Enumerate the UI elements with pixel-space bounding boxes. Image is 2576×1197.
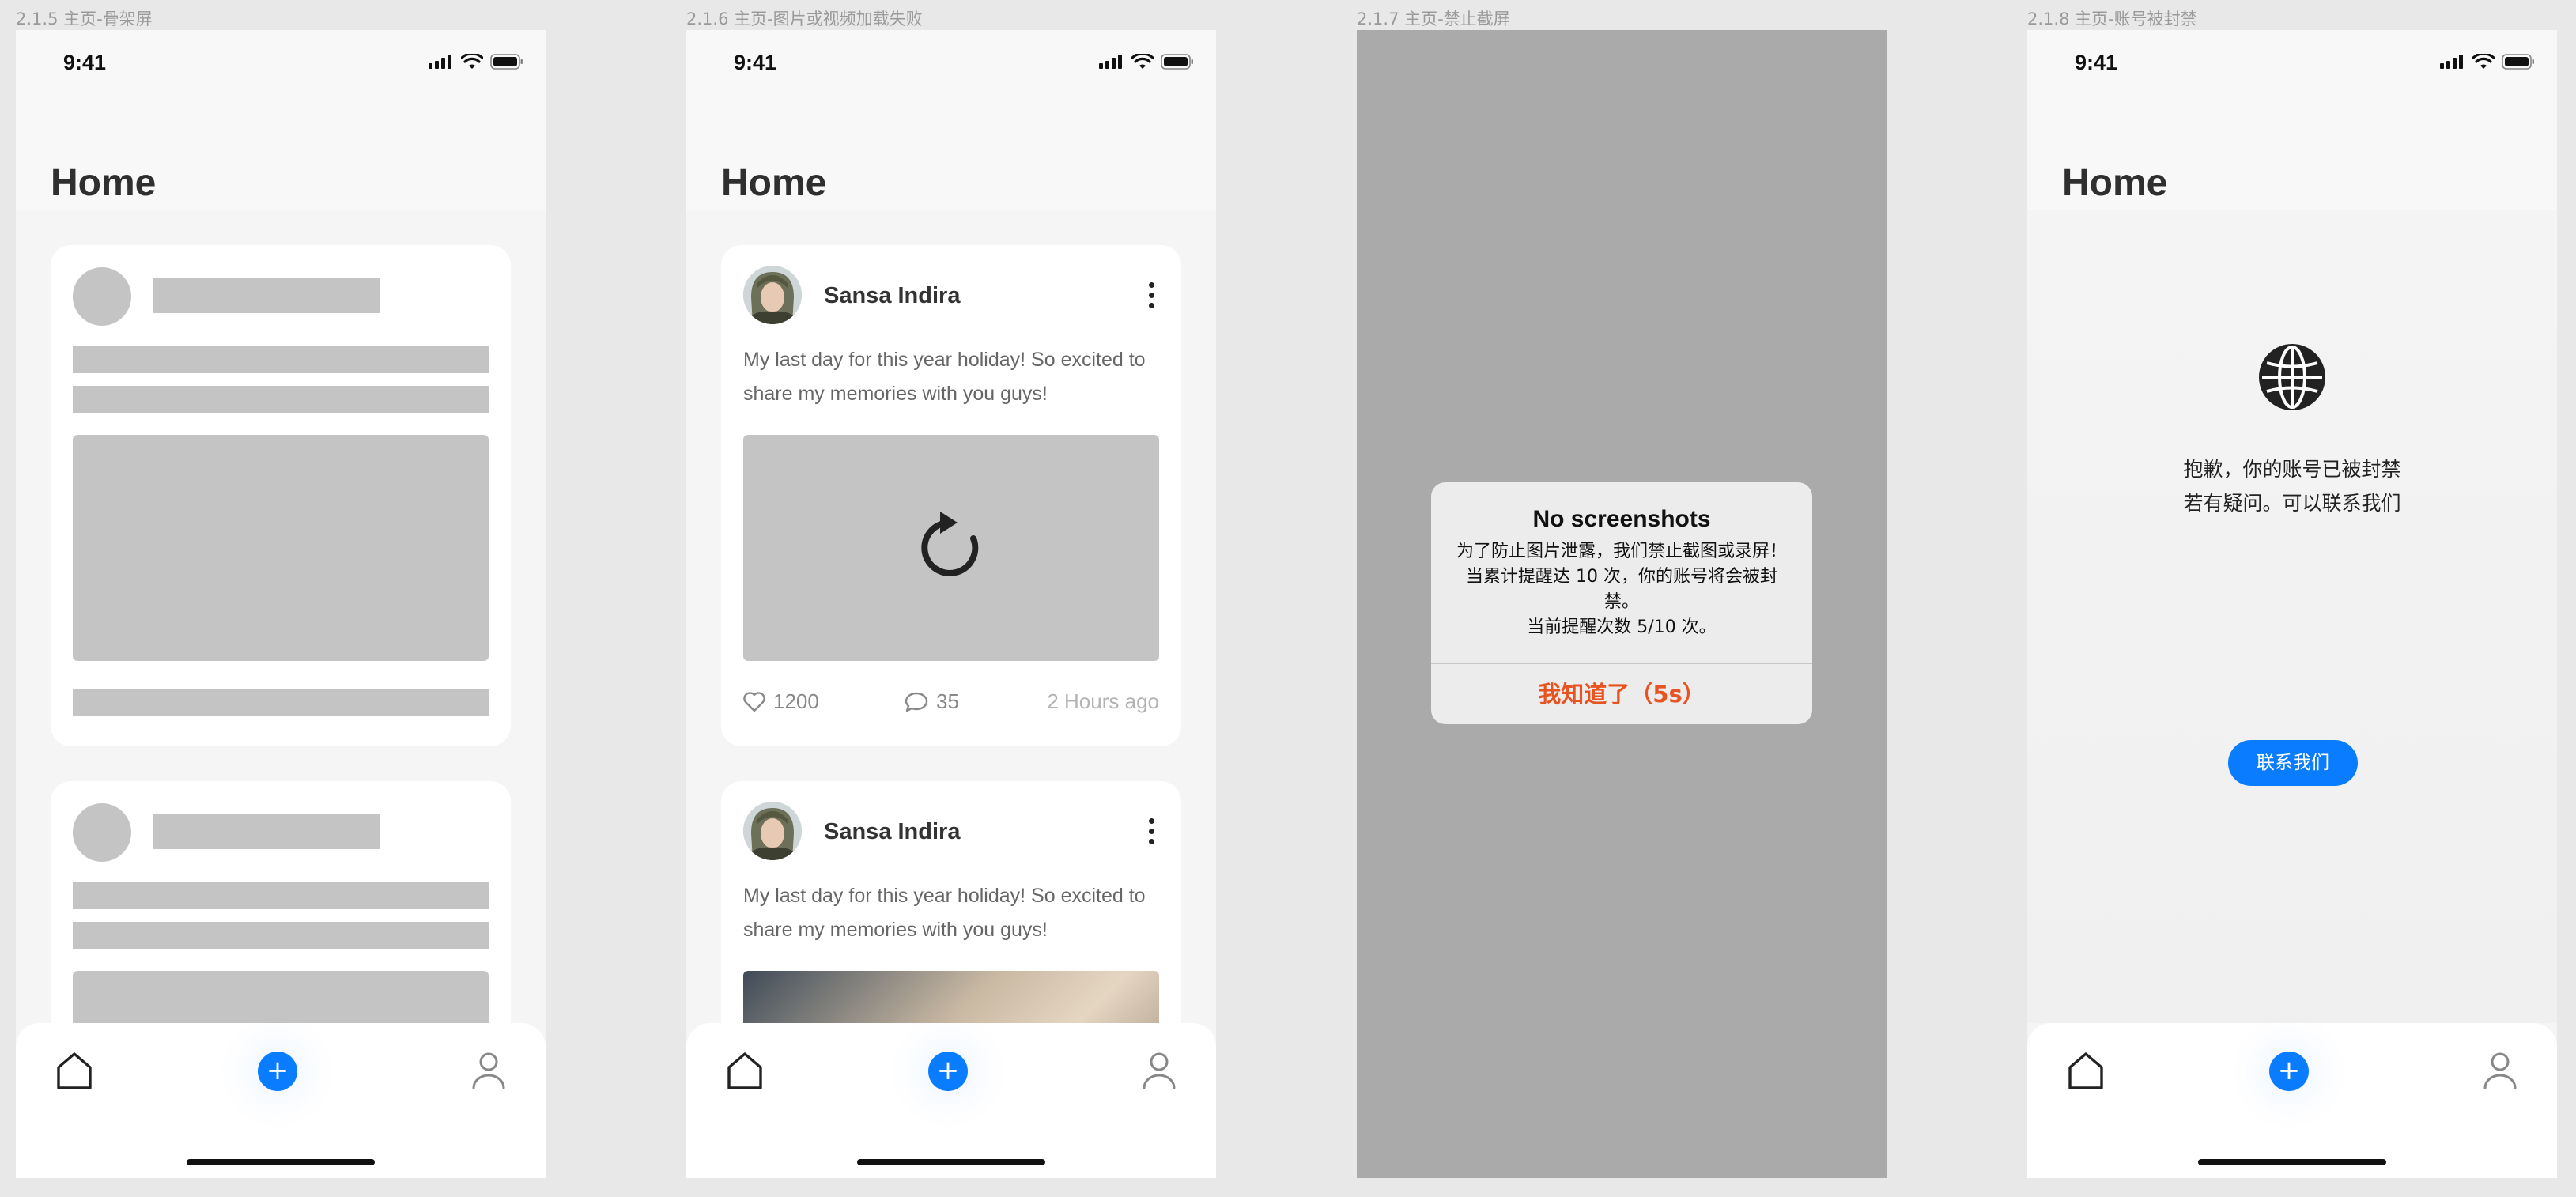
skeleton-text-bar <box>73 386 489 413</box>
post-text: My last day for this year holiday! So ex… <box>743 349 1146 405</box>
avatar[interactable] <box>743 266 802 324</box>
more-options-icon[interactable] <box>1140 275 1162 315</box>
tab-bar: + <box>686 1023 1216 1178</box>
skeleton-image <box>73 435 489 661</box>
page-header: Home <box>686 100 1216 210</box>
post-timestamp: 2 Hours ago <box>1047 689 1159 713</box>
skeleton-text-bar <box>73 882 489 909</box>
phone-frame-account-banned: 9:41 Home 抱歉，你的账号已被封禁 若有疑问。可以联系我们 联系我们 + <box>2027 30 2557 1178</box>
tab-bar: + <box>2027 1023 2557 1178</box>
page-title: Home <box>51 162 157 204</box>
phone-frame-skeleton: 9:41 Home + <box>16 30 546 1178</box>
banned-content <box>2027 210 2557 1023</box>
tab-bar: + <box>16 1023 546 1178</box>
skeleton-avatar <box>73 803 131 862</box>
status-time: 9:41 <box>734 51 777 74</box>
wifi-icon <box>2472 54 2495 69</box>
phone-frame-no-screenshots: No screenshots 为了防止图片泄露，我们禁止截图或录屏！当累计提醒达… <box>1357 30 1887 1178</box>
post-stats: 1200 35 2 Hours ago <box>743 689 1159 716</box>
skeleton-text-bar <box>73 346 489 373</box>
status-icons <box>429 54 523 70</box>
wifi-icon <box>461 54 483 69</box>
status-bar: 9:41 <box>16 30 546 100</box>
alert-body: 为了防止图片泄露，我们禁止截图或录屏！当累计提醒达 10 次，你的账号将会被封禁… <box>1455 539 1788 640</box>
status-time: 9:41 <box>63 51 107 74</box>
heart-icon <box>743 691 765 712</box>
post-media-failed[interactable] <box>743 435 1159 661</box>
contact-us-button[interactable]: 联系我们 <box>2228 740 2358 786</box>
phone-frame-media-failed: 9:41 Home Sansa Indira My last day for t… <box>686 30 1216 1178</box>
globe-icon <box>2259 344 2325 410</box>
frame-label: 2.1.8 主页-账号被封禁 <box>2027 9 2197 28</box>
comment-button[interactable]: 35 <box>905 689 959 714</box>
skeleton-footer-bar <box>73 689 489 716</box>
status-bar: 9:41 <box>2027 30 2557 100</box>
avatar-image <box>743 802 802 860</box>
battery-icon <box>1161 54 1193 70</box>
page-header: Home <box>2027 100 2557 210</box>
skeleton-text-bar <box>73 922 489 949</box>
page-title: Home <box>2062 162 2168 204</box>
alert-message: 为了防止图片泄露，我们禁止截图或录屏！当累计提醒达 10 次，你的账号将会被封禁… <box>1456 542 1787 612</box>
frame-label: 2.1.7 主页-禁止截屏 <box>1357 9 1510 28</box>
skeleton-avatar <box>73 267 131 326</box>
skeleton-title-bar <box>153 814 380 849</box>
post-author[interactable]: Sansa Indira <box>824 819 960 845</box>
add-post-button[interactable]: + <box>928 1052 968 1091</box>
comment-count: 35 <box>936 689 959 713</box>
like-count: 1200 <box>773 689 819 713</box>
post-card: Sansa Indira My last day for this year h… <box>721 245 1181 746</box>
status-time: 9:41 <box>2075 51 2118 74</box>
avatar-image <box>743 266 802 324</box>
user-icon[interactable] <box>1142 1052 1177 1089</box>
alert-title: No screenshots <box>1532 506 1711 532</box>
page-header: Home <box>16 100 546 210</box>
home-indicator <box>2198 1159 2386 1165</box>
like-button[interactable]: 1200 <box>743 689 819 714</box>
user-icon[interactable] <box>471 1052 506 1089</box>
home-icon[interactable] <box>726 1052 764 1091</box>
frame-label: 2.1.6 主页-图片或视频加载失败 <box>686 9 923 28</box>
skeleton-title-bar <box>153 278 380 313</box>
home-icon[interactable] <box>2067 1052 2105 1091</box>
user-icon[interactable] <box>2483 1052 2517 1089</box>
frame-label: 2.1.5 主页-骨架屏 <box>16 9 153 28</box>
skeleton-card <box>51 245 511 746</box>
more-options-icon[interactable] <box>1140 811 1162 851</box>
post-text: My last day for this year holiday! So ex… <box>743 885 1146 941</box>
home-indicator <box>857 1159 1045 1165</box>
cellular-signal-icon <box>429 55 451 69</box>
avatar[interactable] <box>743 802 802 860</box>
page-title: Home <box>721 162 827 204</box>
cellular-signal-icon <box>2440 55 2463 69</box>
status-bar: 9:41 <box>686 30 1216 100</box>
ban-message-line: 若有疑问。可以联系我们 <box>2183 492 2401 515</box>
acknowledge-button[interactable]: 我知道了（5s） <box>1431 664 1812 724</box>
add-post-button[interactable]: + <box>258 1052 297 1091</box>
ban-message-line: 抱歉，你的账号已被封禁 <box>2183 458 2401 481</box>
status-icons <box>2440 54 2535 70</box>
comment-icon <box>905 692 928 712</box>
alert-dialog: No screenshots 为了防止图片泄露，我们禁止截图或录屏！当累计提醒达… <box>1431 482 1812 724</box>
wifi-icon <box>1131 54 1154 69</box>
alert-reminder-count: 当前提醒次数 5/10 次。 <box>1527 617 1717 637</box>
home-indicator <box>187 1159 375 1165</box>
home-icon[interactable] <box>55 1052 93 1091</box>
post-author[interactable]: Sansa Indira <box>824 283 960 309</box>
ban-message: 抱歉，你的账号已被封禁 若有疑问。可以联系我们 <box>2027 452 2557 520</box>
battery-icon <box>2502 54 2534 70</box>
battery-icon <box>490 54 523 70</box>
status-icons <box>1099 54 1194 70</box>
reload-icon[interactable] <box>913 508 989 587</box>
add-post-button[interactable]: + <box>2269 1052 2309 1091</box>
cellular-signal-icon <box>1099 55 1122 69</box>
